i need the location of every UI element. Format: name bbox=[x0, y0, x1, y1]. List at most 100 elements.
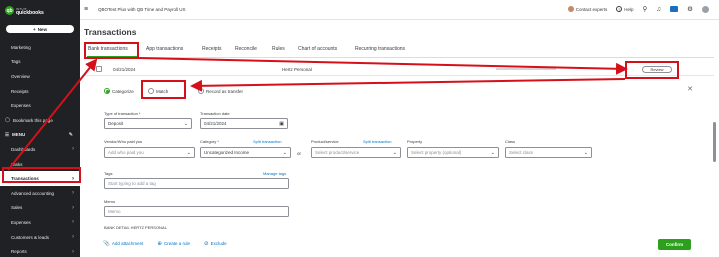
plus-icon: + bbox=[33, 26, 36, 32]
date-label: Transaction date bbox=[200, 111, 230, 116]
bookmark-page-link[interactable]: ◯ Bookmark this page bbox=[0, 113, 80, 128]
exclude-link[interactable]: ⊘ Exclude bbox=[204, 241, 227, 247]
annotation-box-review bbox=[625, 61, 679, 79]
chevron-right-icon: › bbox=[72, 219, 74, 226]
radio-categorize[interactable]: Categorize bbox=[104, 88, 134, 94]
block-icon: ⊘ bbox=[204, 241, 209, 247]
sidebar-item-label: Tasks bbox=[11, 161, 23, 167]
class-placeholder: Select class bbox=[509, 150, 534, 155]
help-button[interactable]: ? Help bbox=[616, 6, 634, 12]
help-icon: ? bbox=[616, 6, 623, 12]
tab-receipts[interactable]: Receipts bbox=[202, 46, 221, 52]
radio-dot bbox=[198, 88, 204, 94]
property-placeholder: Select property (optional) bbox=[411, 150, 462, 155]
tags-placeholder: Start typing to add a tag bbox=[108, 181, 156, 186]
chevron-right-icon: › bbox=[72, 146, 74, 153]
sidebar-item-label: Expenses bbox=[11, 103, 31, 109]
new-button[interactable]: + New bbox=[6, 25, 74, 33]
menu-label: MENU bbox=[12, 132, 26, 138]
sidebar-item-receipts[interactable]: Receipts bbox=[0, 84, 80, 99]
class-select[interactable]: Select class ⌄ bbox=[505, 147, 592, 158]
menu-header[interactable]: ☰ MENU ✎ bbox=[0, 128, 80, 143]
chevron-right-icon: › bbox=[72, 190, 74, 197]
bell-icon[interactable]: ♫ bbox=[656, 6, 661, 13]
row-checkbox[interactable] bbox=[96, 66, 102, 72]
product-split-transaction-link[interactable]: Split transaction bbox=[363, 139, 391, 144]
chevron-down-icon: ⌄ bbox=[282, 149, 287, 156]
sidebar-item-marketing[interactable]: Marketing bbox=[0, 40, 80, 55]
sidebar-item-label: Expenses bbox=[11, 219, 31, 225]
edit-pencil-icon[interactable]: ✎ bbox=[69, 132, 73, 138]
tab-chart-of-accounts[interactable]: Chart of accounts bbox=[298, 46, 337, 52]
create-rule-link[interactable]: ⊕ Create a rule bbox=[157, 241, 190, 247]
date-value: 04/21/2024 bbox=[204, 121, 227, 126]
product-placeholder: Select product/service bbox=[315, 150, 360, 155]
memo-field[interactable]: Memo bbox=[104, 206, 289, 217]
table-row[interactable]: 04/21/2024 Hertz Personal Review bbox=[84, 62, 714, 76]
exclude-label: Exclude bbox=[210, 241, 227, 246]
radio-record-transfer[interactable]: Record as transfer bbox=[198, 88, 243, 94]
transaction-date-field[interactable]: 04/21/2024 ▣ bbox=[200, 118, 288, 129]
new-button-label: New bbox=[37, 26, 47, 32]
brand-quickbooks: quickbooks bbox=[16, 9, 44, 16]
tab-rules[interactable]: Rules bbox=[272, 46, 285, 52]
gear-icon[interactable]: ⚙ bbox=[687, 5, 693, 13]
sidebar-item-dashboards[interactable]: Dashboards › bbox=[0, 142, 80, 157]
sidebar-item-overview[interactable]: Overview bbox=[0, 69, 80, 84]
type-value: Deposit bbox=[108, 121, 124, 126]
row-payee: Hertz Personal bbox=[282, 67, 312, 72]
help-label: Help bbox=[624, 6, 634, 12]
expert-avatar-icon bbox=[567, 6, 574, 12]
tab-recurring-transactions[interactable]: Recurring transactions bbox=[355, 46, 405, 52]
vendor-placeholder: Add who paid you bbox=[108, 150, 144, 155]
scrollbar[interactable] bbox=[711, 62, 717, 257]
chevron-down-icon: ⌄ bbox=[490, 149, 495, 156]
sidebar-item-sales[interactable]: Sales › bbox=[0, 201, 80, 216]
memo-value: Memo bbox=[108, 209, 121, 214]
add-attachment-link[interactable]: 📎 Add attachment bbox=[103, 241, 143, 247]
chevron-down-icon: ⌄ bbox=[583, 149, 588, 156]
sidebar-item-expenses-pinned[interactable]: Expenses bbox=[0, 98, 80, 113]
hamburger-icon[interactable]: ≡ bbox=[84, 6, 88, 13]
sidebar-nav: Marketing Tags Overview Receipts Expense… bbox=[0, 40, 80, 257]
apps-icon[interactable] bbox=[670, 6, 679, 12]
memo-label: Memo bbox=[104, 199, 116, 204]
scrollbar-thumb[interactable] bbox=[712, 122, 716, 162]
avatar[interactable] bbox=[702, 5, 709, 13]
confirm-button[interactable]: Confirm bbox=[658, 239, 691, 250]
panel-actions: 📎 Add attachment ⊕ Create a rule ⊘ Exclude bbox=[103, 241, 227, 247]
tab-reconcile[interactable]: Reconcile bbox=[235, 46, 257, 52]
qb-logo-icon: qb bbox=[5, 6, 14, 15]
sidebar-item-customers-leads[interactable]: Customers & leads › bbox=[0, 230, 80, 245]
sidebar-item-advanced-accounting[interactable]: Advanced accounting › bbox=[0, 186, 80, 201]
product-service-select[interactable]: Select product/service ⌄ bbox=[311, 147, 401, 158]
row-date: 04/21/2024 bbox=[113, 67, 136, 72]
vendor-select[interactable]: Add who paid you ⌄ bbox=[104, 147, 195, 158]
tab-bar: Bank transactions App transactions Recei… bbox=[84, 41, 714, 58]
sidebar-item-expenses[interactable]: Expenses › bbox=[0, 215, 80, 230]
add-attachment-label: Add attachment bbox=[111, 241, 144, 246]
chevron-down-icon: ⌄ bbox=[183, 120, 188, 127]
calendar-icon[interactable]: ▣ bbox=[279, 121, 284, 127]
quickbooks-logo[interactable]: qb INTUIT quickbooks bbox=[5, 6, 44, 15]
radio-dot bbox=[104, 88, 110, 94]
contact-experts-button[interactable]: Contact experts bbox=[567, 6, 607, 12]
property-label: Property bbox=[407, 139, 423, 144]
chevron-down-icon: ⌄ bbox=[392, 149, 397, 156]
sidebar-item-tags[interactable]: Tags bbox=[0, 55, 80, 70]
type-of-transaction-select[interactable]: Deposit ⌄ bbox=[104, 118, 192, 129]
tags-input[interactable]: Start typing to add a tag bbox=[104, 178, 289, 189]
plus-circle-icon: ⊕ bbox=[157, 241, 162, 247]
category-select[interactable]: Uncategorized Income ⌄ bbox=[200, 147, 291, 158]
split-transaction-link[interactable]: Split transaction bbox=[253, 139, 281, 144]
bank-detail: BANK DETAIL HERTZ PERSONAL bbox=[104, 225, 167, 230]
sidebar-item-reports[interactable]: Reports › bbox=[0, 244, 80, 257]
manage-tags-link[interactable]: Manage tags bbox=[263, 171, 286, 176]
chevron-down-icon: ⌄ bbox=[186, 149, 191, 156]
close-icon[interactable]: ✕ bbox=[687, 85, 693, 93]
sidebar-item-label: Marketing bbox=[11, 44, 31, 50]
sidebar-item-label: Reports bbox=[11, 249, 27, 255]
search-icon[interactable]: ⚲ bbox=[643, 5, 648, 13]
property-select[interactable]: Select property (optional) ⌄ bbox=[407, 147, 499, 158]
tab-app-transactions[interactable]: App transactions bbox=[146, 46, 183, 52]
